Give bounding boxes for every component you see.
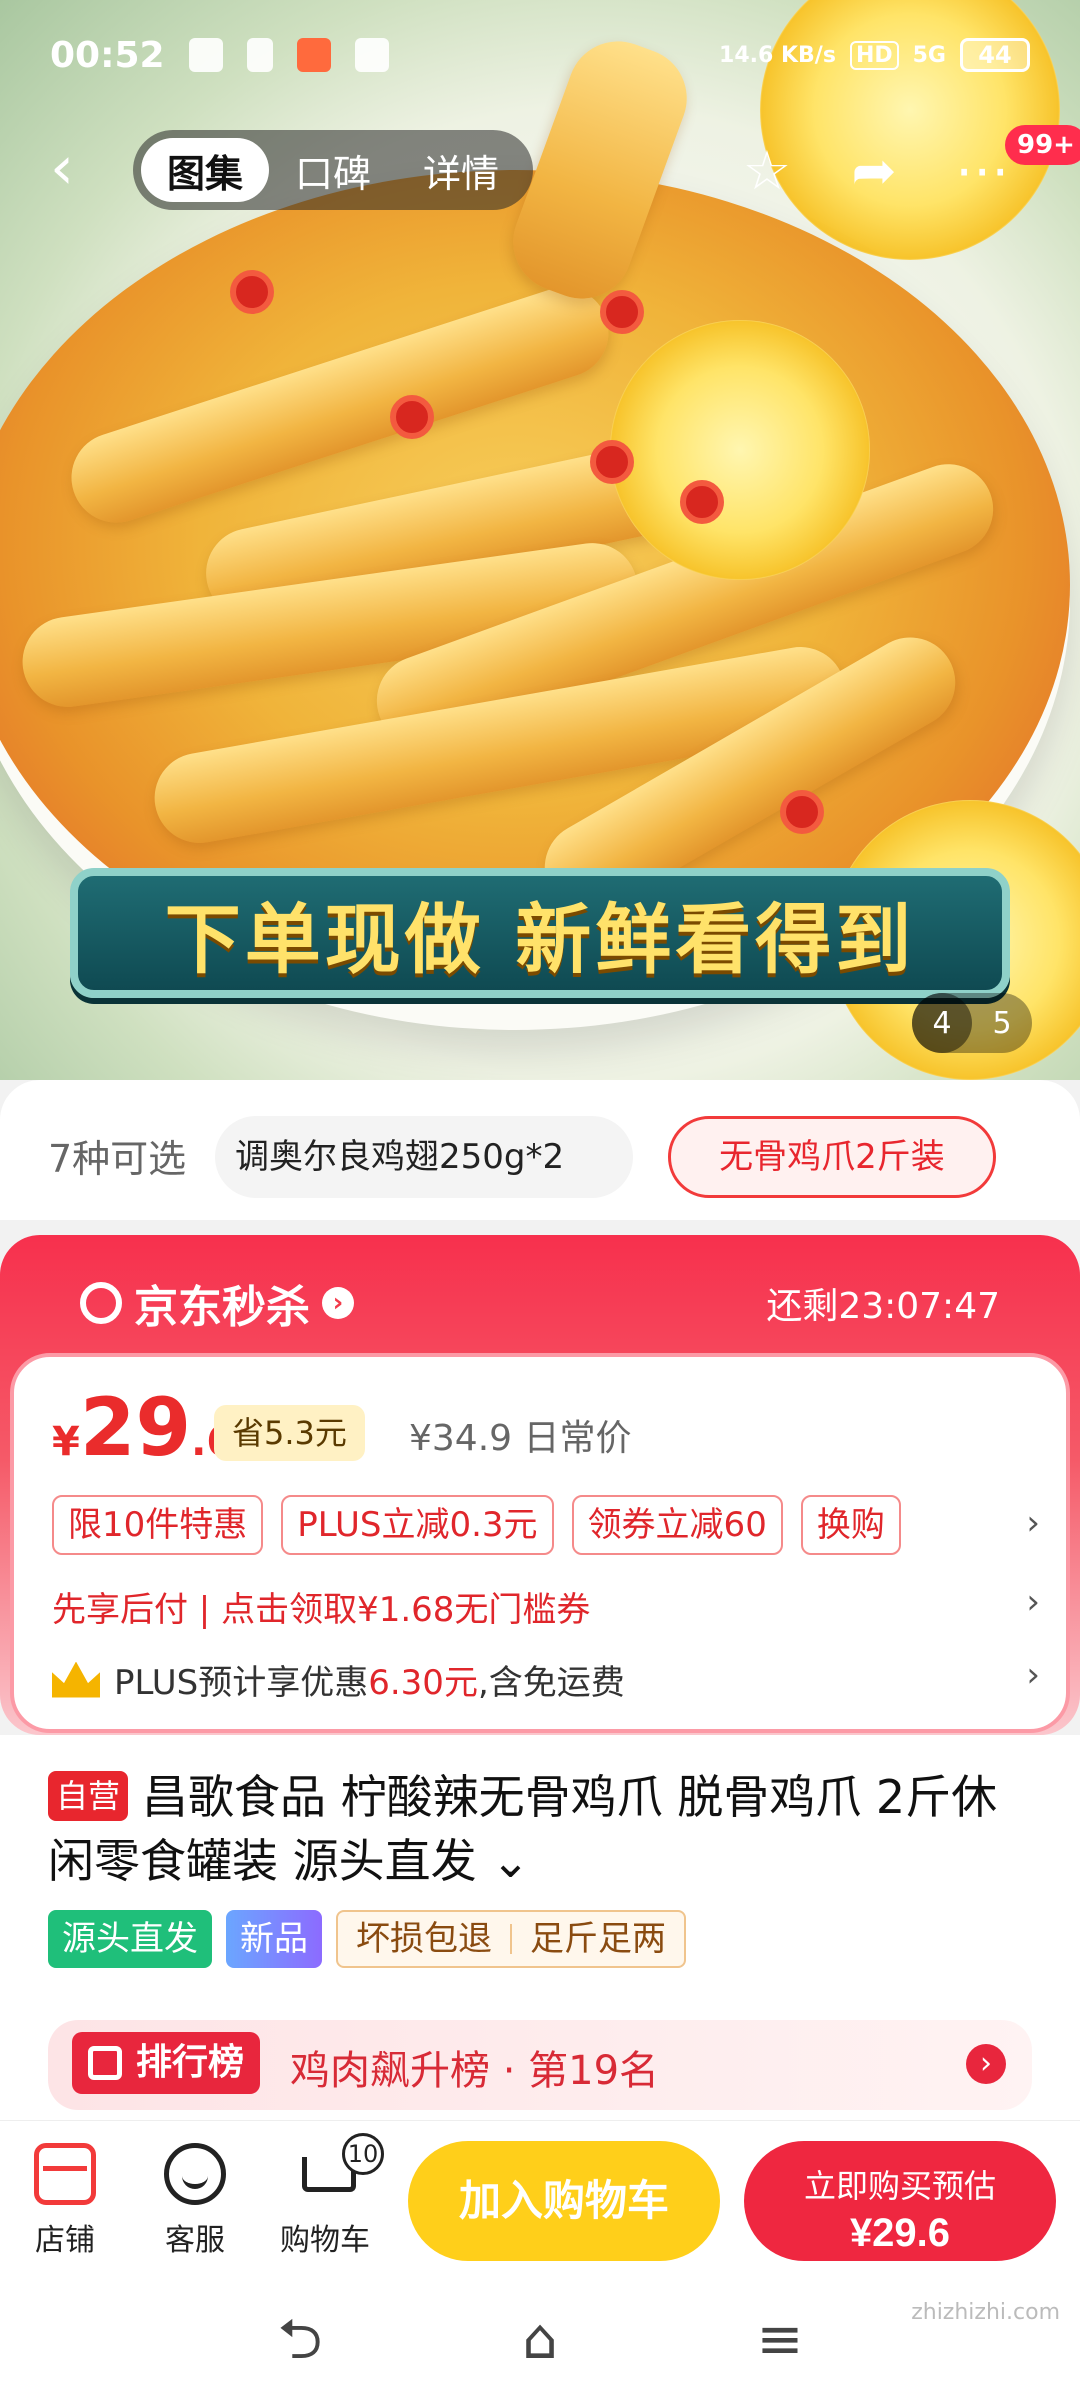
promo-chip[interactable]: 领券立减60 — [571, 1495, 783, 1555]
network-speed: 14.6 KB/s — [719, 42, 836, 68]
chili-slice — [780, 790, 824, 834]
service-tag: 坏损包退 — [356, 1919, 492, 1959]
promo-chips: 限10件特惠 PLUS立减0.3元 领券立减60 换购 — [52, 1495, 901, 1555]
chili-slice — [230, 270, 274, 314]
promo-banner-text: 下单现做 新鲜看得到 — [164, 895, 916, 984]
shop-icon — [34, 2143, 96, 2205]
ranking-bar[interactable]: 排行榜 鸡肉飙升榜 · 第19名 › — [48, 2020, 1032, 2110]
variant-option[interactable]: 调奥尔良鸡翅250g*2 — [215, 1116, 633, 1198]
home-icon[interactable]: ⌂ — [510, 2310, 570, 2370]
original-price: ¥34.9 日常价 — [409, 1418, 632, 1459]
chili-slice — [680, 480, 724, 524]
flash-sale-title[interactable]: 京东秒杀 › — [80, 1271, 354, 1335]
watermark: zhizhizhi.com — [911, 2300, 1060, 2325]
plus-prefix: PLUS预计享优惠 — [114, 1663, 369, 1703]
status-time: 00:52 — [50, 34, 165, 76]
pager-total: 5 — [992, 1005, 1012, 1041]
tag-new: 新品 — [226, 1910, 322, 1968]
shop-label: 店铺 — [35, 2223, 95, 2258]
image-notification-icon — [246, 38, 273, 72]
chevron-right-icon[interactable]: › — [1026, 1582, 1040, 1622]
trophy-icon — [88, 2046, 122, 2080]
flash-sale-section: 京东秒杀 › 还剩23:07:47 ¥ 29 .6 省5.3元 ¥34.9 日常… — [0, 1235, 1080, 1735]
promo-chip[interactable]: 换购 — [800, 1495, 901, 1555]
chili-slice — [590, 440, 634, 484]
gallery-tabs: 图集 口碑 详情 — [133, 130, 533, 210]
current-price: ¥ 29 .6 — [52, 1383, 234, 1473]
back-arrow-icon[interactable]: ‹ — [50, 138, 100, 198]
chevron-right-icon: › — [966, 2044, 1006, 2084]
top-navigation: ‹ 图集 口碑 详情 ☆ ➦ ⋯ 99+ — [0, 125, 1080, 215]
status-bar: 00:52 14.6 KB/s HD 5G 44 — [0, 0, 1080, 110]
price-integer: 29 — [79, 1381, 192, 1474]
cart-icon: 10 — [294, 2133, 384, 2205]
favorite-star-icon[interactable]: ☆ — [735, 139, 799, 203]
app-notification-icon — [296, 38, 331, 72]
chevron-right-icon: › — [322, 1287, 354, 1319]
ranking-badge: 排行榜 — [72, 2032, 261, 2094]
bottom-action-bar: 店铺 客服 10 购物车 加入购物车 立即购买预估 ¥29.6 — [0, 2120, 1080, 2280]
back-icon[interactable]: ⮌ — [270, 2310, 330, 2370]
plus-discount-line[interactable]: PLUS预计享优惠6.30元,含免运费 — [52, 1655, 625, 1704]
promo-banner: 下单现做 新鲜看得到 — [70, 868, 1010, 998]
promo-chip[interactable]: 限10件特惠 — [52, 1495, 264, 1555]
customer-service-label: 客服 — [165, 2223, 225, 2258]
promo-chip[interactable]: PLUS立减0.3元 — [281, 1495, 554, 1555]
pager-current: 4 — [912, 993, 972, 1053]
chevron-down-icon[interactable]: ⌄ — [477, 1834, 530, 1888]
hd-icon: HD — [849, 40, 899, 70]
tab-reviews[interactable]: 口碑 — [269, 138, 397, 202]
buy-now-label: 立即购买预估 — [803, 2167, 996, 2204]
tab-details[interactable]: 详情 — [397, 138, 525, 202]
currency-symbol: ¥ — [52, 1419, 80, 1465]
self-operated-tag: 自营 — [48, 1771, 129, 1821]
add-to-cart-button[interactable]: 加入购物车 — [408, 2141, 720, 2261]
product-info: 自营 昌歌食品 柠酸辣无骨鸡爪 脱骨鸡爪 2斤休闲零食罐装 源头直发 ⌄ 源头直发… — [0, 1735, 1080, 2035]
buy-now-price: ¥29.6 — [849, 2210, 951, 2255]
app-notification-icon — [354, 38, 389, 72]
ranking-badge-label: 排行榜 — [136, 2042, 245, 2083]
buy-now-button[interactable]: 立即购买预估 ¥29.6 — [744, 2141, 1056, 2261]
image-pager: 4 5 — [912, 993, 1032, 1053]
save-badge: 省5.3元 — [214, 1405, 365, 1461]
price-card: ¥ 29 .6 省5.3元 ¥34.9 日常价 限10件特惠 PLUS立减0.3… — [10, 1353, 1070, 1733]
ranking-section: 排行榜 鸡肉飙升榜 · 第19名 › — [0, 2000, 1080, 2120]
app-notification-icon — [188, 38, 223, 72]
cart-count-badge: 10 — [342, 2133, 384, 2175]
product-title[interactable]: 自营 昌歌食品 柠酸辣无骨鸡爪 脱骨鸡爪 2斤休闲零食罐装 源头直发 ⌄ — [48, 1765, 1028, 1893]
chevron-right-icon[interactable]: › — [1026, 1503, 1040, 1543]
lemon-slice-decor — [610, 320, 870, 580]
shop-button[interactable]: 店铺 — [10, 2143, 120, 2259]
service-tag: 足斤足两 — [530, 1919, 666, 1959]
plus-amount: 6.30元 — [368, 1663, 478, 1703]
signal-icon: 5G — [912, 42, 946, 68]
variant-count[interactable]: 7种可选 — [48, 1128, 186, 1183]
cart-label: 购物车 — [280, 2223, 370, 2258]
cart-button[interactable]: 10 购物车 — [270, 2133, 384, 2259]
message-badge: 99+ — [1005, 125, 1080, 165]
battery-icon: 44 — [960, 38, 1030, 72]
jd-logo-icon — [80, 1282, 122, 1324]
variant-option-selected[interactable]: 无骨鸡爪2斤装 — [668, 1116, 996, 1198]
variant-selector: 7种可选 调奥尔良鸡翅250g*2 无骨鸡爪2斤装 — [0, 1080, 1080, 1220]
crown-icon — [52, 1661, 100, 1698]
tab-gallery[interactable]: 图集 — [141, 138, 269, 202]
flash-sale-label: 京东秒杀 — [134, 1282, 310, 1333]
plus-suffix: ,含免运费 — [477, 1663, 625, 1703]
customer-service-icon — [164, 2143, 226, 2205]
tag-direct-ship: 源头直发 — [48, 1910, 212, 1968]
pay-later-coupon[interactable]: 先享后付 | 点击领取¥1.68无门槛券 — [52, 1582, 590, 1631]
menu-icon[interactable]: ≡ — [750, 2310, 810, 2370]
countdown-timer: 还剩23:07:47 — [766, 1286, 1000, 1327]
chili-slice — [600, 290, 644, 334]
customer-service-button[interactable]: 客服 — [140, 2143, 250, 2259]
product-tags: 源头直发 新品 坏损包退 足斤足两 — [48, 1910, 686, 1968]
share-icon[interactable]: ➦ — [842, 139, 906, 203]
ranking-text: 鸡肉飙升榜 · 第19名 — [290, 2048, 660, 2094]
service-tags[interactable]: 坏损包退 足斤足两 — [336, 1910, 686, 1968]
chili-slice — [390, 395, 434, 439]
chevron-right-icon[interactable]: › — [1026, 1655, 1040, 1695]
product-page: 下单现做 新鲜看得到 00:52 14.6 KB/s HD 5G 44 ‹ 图集… — [0, 0, 1080, 2400]
system-navigation-bar: ⮌ ⌂ ≡ — [0, 2280, 1080, 2400]
